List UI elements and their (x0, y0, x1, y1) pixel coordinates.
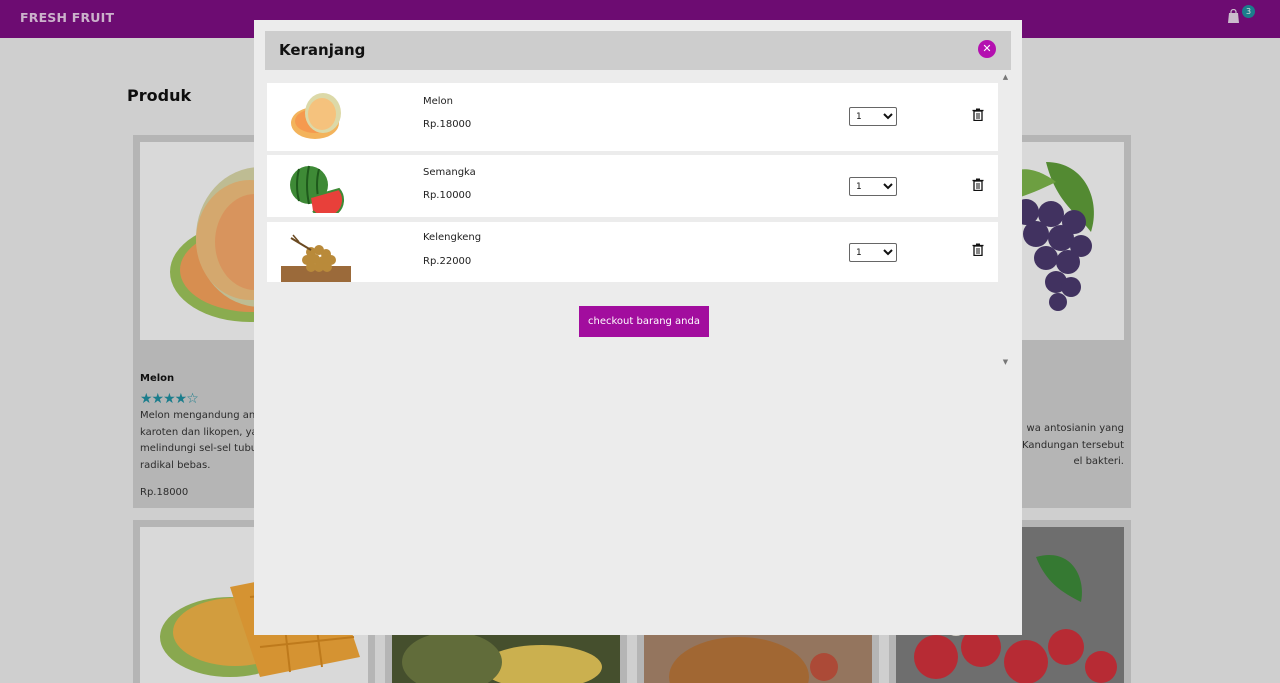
modal-title: Keranjang (279, 41, 366, 59)
product-thumbnail (290, 165, 344, 213)
trash-icon[interactable] (972, 108, 984, 121)
cart-item: Melon Rp.18000 1 (267, 83, 998, 151)
cart-modal: Keranjang ✕ Melon Rp.18000 1 Semangka Rp… (254, 20, 1022, 635)
item-price: Rp.22000 (423, 256, 472, 267)
product-thumbnail (281, 234, 351, 282)
modal-header: Keranjang ✕ (265, 31, 1011, 70)
item-price: Rp.18000 (423, 119, 472, 130)
cart-item: Semangka Rp.10000 1 (267, 155, 998, 217)
scroll-up-arrow-icon[interactable]: ▲ (1000, 72, 1011, 82)
item-price: Rp.10000 (423, 190, 472, 201)
cart-scrollbar[interactable]: ▲ ▼ (1000, 70, 1011, 370)
cart-items-list[interactable]: Melon Rp.18000 1 Semangka Rp.10000 1 Kel… (265, 70, 1011, 370)
quantity-select[interactable]: 1 (849, 107, 897, 126)
item-name: Semangka (423, 167, 476, 178)
item-name: Kelengkeng (423, 232, 482, 243)
quantity-select[interactable]: 1 (849, 243, 897, 262)
trash-icon[interactable] (972, 178, 984, 191)
item-name: Melon (423, 96, 454, 107)
checkout-button[interactable]: checkout barang anda (579, 306, 709, 337)
close-icon[interactable]: ✕ (978, 40, 996, 58)
scroll-down-arrow-icon[interactable]: ▼ (1000, 357, 1011, 367)
trash-icon[interactable] (972, 243, 984, 256)
cart-item: Kelengkeng Rp.22000 1 (267, 222, 998, 282)
product-thumbnail (291, 93, 341, 139)
quantity-select[interactable]: 1 (849, 177, 897, 196)
